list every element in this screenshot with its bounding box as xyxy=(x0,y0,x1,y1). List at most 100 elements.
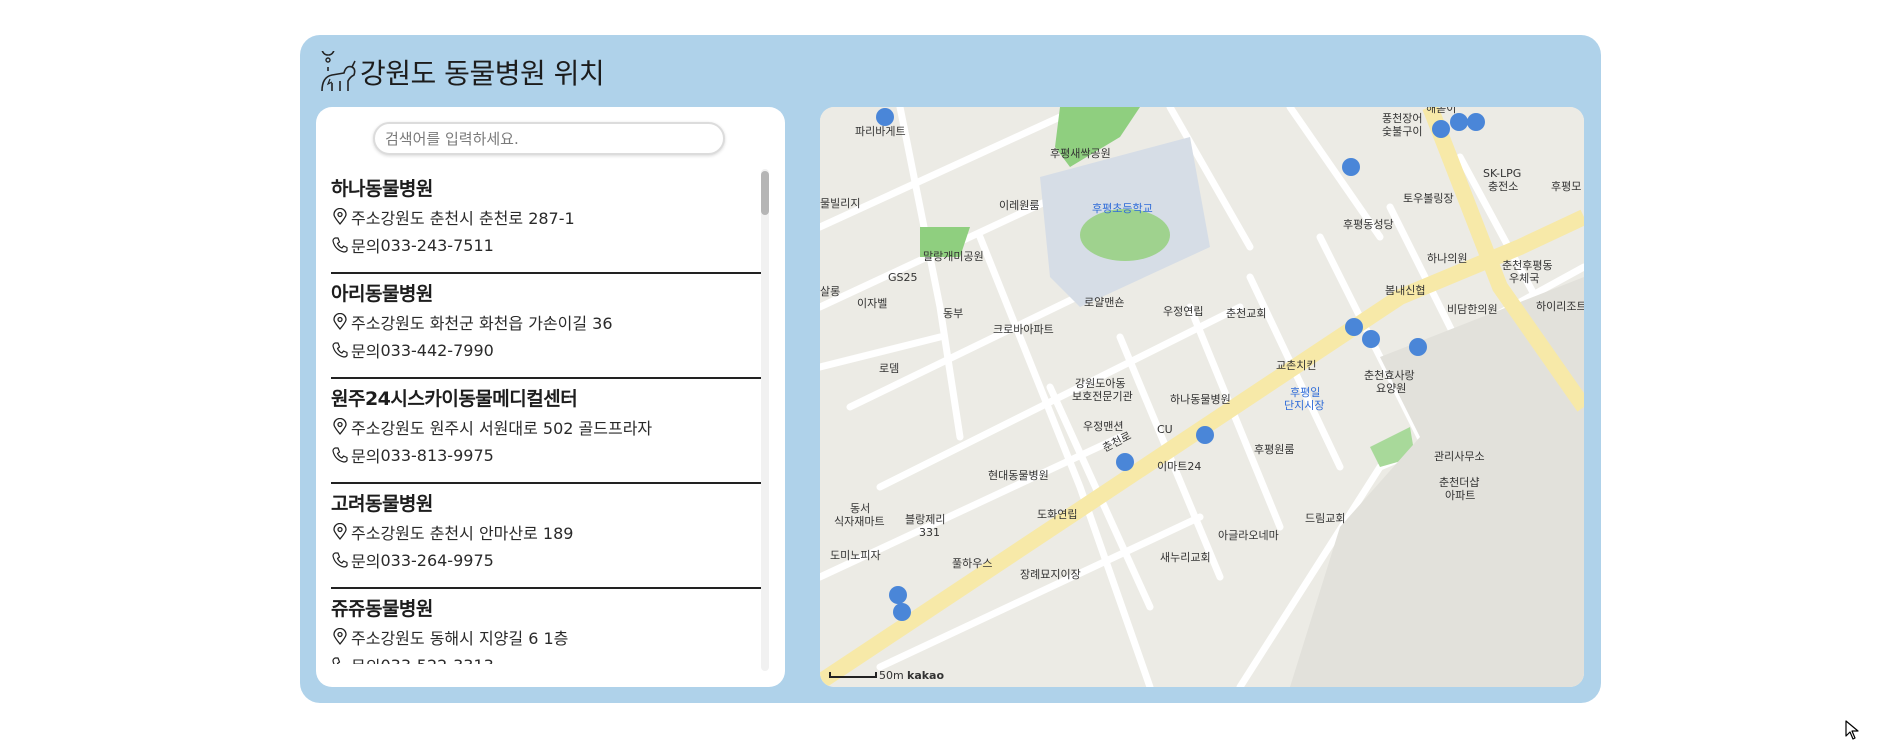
svg-text:말랑개미공원: 말랑개미공원 xyxy=(923,250,984,263)
kakao-logo: kakao xyxy=(907,669,944,682)
address-prefix: 주소 xyxy=(351,629,381,648)
svg-text:하나동물병원: 하나동물병원 xyxy=(1170,392,1231,406)
scroll-thumb[interactable] xyxy=(761,171,769,215)
hospital-name: 아리동물병원 xyxy=(331,283,433,305)
location-pin-icon xyxy=(333,628,347,646)
svg-text:후평일: 후평일 xyxy=(1290,385,1320,399)
location-pin-icon xyxy=(333,313,347,331)
svg-text:50m: 50m xyxy=(879,669,904,682)
address-row: 주소 강원도 동해시 지양길 6 1층 xyxy=(331,623,761,651)
address-row: 주소 강원도 춘천시 춘천로 287-1 xyxy=(331,203,761,231)
phone-prefix: 문의 xyxy=(351,237,381,256)
phone-row: 문의 033-442-7990 xyxy=(331,336,761,364)
svg-text:현대동물병원: 현대동물병원 xyxy=(988,469,1049,482)
svg-text:드림교회: 드림교회 xyxy=(1305,512,1345,525)
svg-text:아파트: 아파트 xyxy=(1445,489,1475,502)
list-item[interactable]: 쥬쥬동물병원 주소강원도 동해시 지양길 6 1층 문의033-522-3313 xyxy=(331,589,761,664)
location-pin-icon xyxy=(333,418,347,436)
svg-text:춘천효사랑: 춘천효사랑 xyxy=(1364,368,1415,382)
phone-icon xyxy=(332,552,348,568)
svg-text:장례묘지이장: 장례묘지이장 xyxy=(1020,568,1081,581)
svg-text:살롱: 살롱 xyxy=(820,285,840,298)
svg-text:우정연립: 우정연립 xyxy=(1163,305,1203,318)
svg-text:로얄맨숀: 로얄맨숀 xyxy=(1084,295,1124,309)
svg-text:교촌치킨: 교촌치킨 xyxy=(1276,359,1316,372)
svg-text:도미노피자: 도미노피자 xyxy=(830,549,881,562)
svg-text:해돋이: 해돋이 xyxy=(1426,107,1456,115)
svg-text:331: 331 xyxy=(919,526,940,539)
phone-row: 문의033-522-3313 xyxy=(331,651,761,664)
hospital-name: 원주24시스카이동물메디컬센터 xyxy=(331,388,578,410)
phone-prefix: 문의 xyxy=(351,342,381,361)
svg-text:요양원: 요양원 xyxy=(1376,382,1406,395)
svg-text:후평원룸: 후평원룸 xyxy=(1254,443,1294,456)
main-panel: 강원도 동물병원 위치 하나동물병원 주소강원도 춘천시 춘천로 287-1 문… xyxy=(300,35,1601,703)
list-scrollbar[interactable] xyxy=(761,169,769,671)
map-canvas[interactable]: 파리바게트 후평새싹공원 후평초등학교 이레원룸 말랑개미공원 GS25 이자벨… xyxy=(820,107,1584,687)
address-row: 주소 강원도 화천군 화천읍 가손이길 36 xyxy=(331,308,761,336)
svg-text:동부: 동부 xyxy=(943,307,963,320)
address-row: 주소 강원도 춘천시 안마산로 189 xyxy=(331,518,761,546)
svg-text:파리바게트: 파리바게트 xyxy=(855,125,906,138)
svg-text:이마트24: 이마트24 xyxy=(1157,460,1201,473)
list-item[interactable]: 고려동물병원 주소 강원도 춘천시 안마산로 189 문의 033-264-9975 xyxy=(331,484,761,589)
svg-text:춘천교회: 춘천교회 xyxy=(1226,306,1266,320)
svg-text:후평모: 후평모 xyxy=(1551,180,1581,193)
svg-text:하나의원: 하나의원 xyxy=(1427,251,1467,265)
svg-text:후평초등학교: 후평초등학교 xyxy=(1092,202,1153,215)
list-item[interactable]: 아리동물병원 주소 강원도 화천군 화천읍 가손이길 36 문의 033-442-7… xyxy=(331,274,761,379)
svg-text:GS25: GS25 xyxy=(888,271,918,284)
svg-text:SK-LPG: SK-LPG xyxy=(1483,167,1521,180)
svg-text:이자벨: 이자벨 xyxy=(857,297,887,310)
location-pin-icon xyxy=(333,523,347,541)
svg-text:풀하우스: 풀하우스 xyxy=(952,556,992,570)
svg-text:블랑제리: 블랑제리 xyxy=(905,513,945,526)
svg-text:후평동성당: 후평동성당 xyxy=(1343,218,1394,231)
phone-icon xyxy=(332,237,348,253)
search-input[interactable] xyxy=(373,122,725,155)
hospital-name: 하나동물병원 xyxy=(331,178,433,200)
phone-prefix: 문의 xyxy=(351,552,381,571)
svg-text:강원도아동: 강원도아동 xyxy=(1075,377,1126,390)
phone-prefix: 문의 xyxy=(351,653,380,664)
svg-text:동서: 동서 xyxy=(850,502,870,515)
svg-text:토우볼링장: 토우볼링장 xyxy=(1403,192,1454,205)
hospital-name: 쥬쥬동물병원 xyxy=(331,598,433,620)
svg-text:우정맨션: 우정맨션 xyxy=(1083,420,1123,433)
hospital-address: 강원도 춘천시 안마산로 189 xyxy=(380,524,574,543)
list-item[interactable]: 하나동물병원 주소 강원도 춘천시 춘천로 287-1 문의 033-243-751… xyxy=(331,169,761,274)
kakao-map[interactable]: 파리바게트 후평새싹공원 후평초등학교 이레원룸 말랑개미공원 GS25 이자벨… xyxy=(820,107,1584,687)
hospital-phone: 033-442-7990 xyxy=(380,340,494,360)
svg-text:물빌리지: 물빌리지 xyxy=(820,197,860,210)
address-prefix: 주소 xyxy=(351,419,381,438)
svg-text:춘천후평동: 춘천후평동 xyxy=(1502,258,1553,272)
svg-text:식자재마트: 식자재마트 xyxy=(834,515,885,528)
phone-prefix: 문의 xyxy=(351,447,381,466)
phone-icon xyxy=(332,342,348,358)
svg-text:새누리교회: 새누리교회 xyxy=(1160,551,1211,564)
svg-text:풍천장어: 풍천장어 xyxy=(1382,111,1422,125)
svg-text:단지시장: 단지시장 xyxy=(1284,399,1324,412)
phone-row: 문의 033-243-7511 xyxy=(331,231,761,259)
phone-icon xyxy=(332,447,348,463)
svg-text:충전소: 충전소 xyxy=(1488,180,1518,193)
hospital-name: 고려동물병원 xyxy=(331,493,433,515)
svg-text:후평새싹공원: 후평새싹공원 xyxy=(1050,147,1111,160)
svg-text:로뎀: 로뎀 xyxy=(879,362,899,375)
page-header: 강원도 동물병원 위치 xyxy=(318,49,605,95)
vet-pin-logo-icon xyxy=(321,51,356,92)
hospital-phone: 033-813-9975 xyxy=(380,445,494,465)
svg-text:아글라오네마: 아글라오네마 xyxy=(1218,529,1279,542)
address-prefix: 주소 xyxy=(351,524,381,543)
svg-text:크로바아파트: 크로바아파트 xyxy=(993,323,1054,336)
phone-row: 문의 033-813-9975 xyxy=(331,441,761,469)
hospital-phone: 033-264-9975 xyxy=(380,550,494,570)
hospital-list[interactable]: 하나동물병원 주소 강원도 춘천시 춘천로 287-1 문의 033-243-751… xyxy=(331,169,761,664)
svg-text:봄내신협: 봄내신협 xyxy=(1385,284,1425,297)
svg-text:하이리조트: 하이리조트 xyxy=(1536,299,1584,313)
list-item[interactable]: 원주24시스카이동물메디컬센터 주소 강원도 원주시 서원대로 502 골드프라자… xyxy=(331,379,761,484)
hospital-address: 강원도 원주시 서원대로 502 골드프라자 xyxy=(380,419,653,438)
hospital-address: 강원도 춘천시 춘천로 287-1 xyxy=(380,209,575,228)
hospital-phone: 033-243-7511 xyxy=(380,235,494,255)
svg-text:숯불구이: 숯불구이 xyxy=(1382,125,1422,138)
